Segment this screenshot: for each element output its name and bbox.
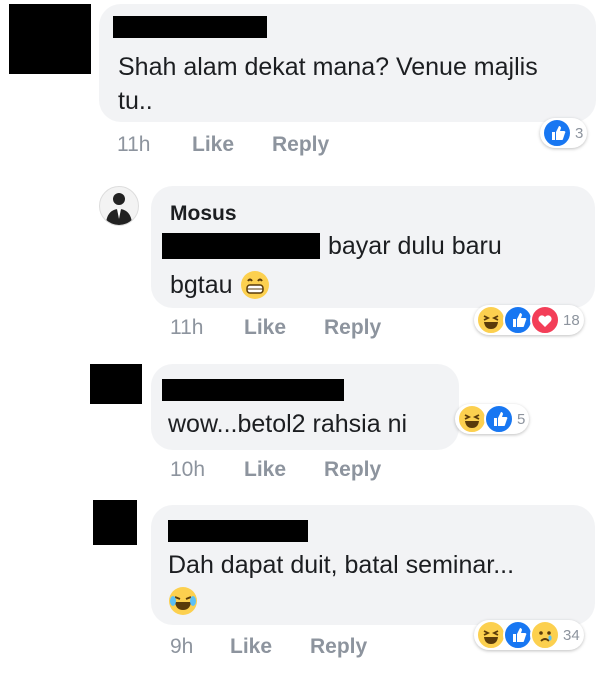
like-reaction-icon	[503, 305, 533, 335]
reaction-summary[interactable]: 3	[540, 118, 588, 148]
like-reaction-icon	[484, 404, 514, 434]
comment-time[interactable]: 9h	[170, 635, 193, 659]
comment-time[interactable]: 10h	[170, 458, 205, 482]
avatar[interactable]	[99, 186, 139, 226]
haha-reaction-icon	[476, 305, 506, 335]
grin-emoji-icon	[241, 271, 269, 299]
redacted-name	[168, 520, 308, 542]
like-reaction-icon	[542, 118, 572, 148]
reply-link[interactable]: Reply	[272, 133, 329, 157]
comment-text: Shah alam dekat mana? Venue majlis	[118, 53, 538, 81]
comment-time[interactable]: 11h	[170, 316, 203, 340]
comment-text: bgtau	[170, 271, 233, 299]
sad-reaction-icon	[530, 620, 560, 650]
reaction-summary[interactable]: 18	[474, 305, 584, 335]
like-link[interactable]: Like	[244, 458, 286, 482]
redacted-avatar	[93, 500, 137, 545]
like-link[interactable]: Like	[244, 316, 286, 340]
comment-text: Dah dapat duit, batal seminar...	[168, 551, 515, 579]
comment-text: tu..	[118, 87, 153, 115]
redacted-avatar	[90, 364, 142, 404]
love-reaction-icon	[530, 305, 560, 335]
like-reaction-icon	[503, 620, 533, 650]
reply-link[interactable]: Reply	[324, 458, 381, 482]
crying-laughing-emoji-icon	[169, 587, 197, 615]
reaction-count: 18	[563, 311, 580, 329]
reaction-summary[interactable]: 34	[474, 620, 584, 650]
redacted-name	[162, 379, 344, 401]
haha-reaction-icon	[476, 620, 506, 650]
haha-reaction-icon	[457, 404, 487, 434]
like-link[interactable]: Like	[192, 133, 234, 157]
comment-text: bayar dulu baru	[328, 232, 502, 260]
redacted-avatar	[9, 4, 91, 74]
redacted-name	[113, 16, 267, 38]
reaction-count: 34	[563, 626, 580, 644]
person-silhouette-icon	[106, 193, 132, 225]
like-link[interactable]: Like	[230, 635, 272, 659]
reply-link[interactable]: Reply	[310, 635, 367, 659]
reaction-count: 3	[575, 124, 584, 142]
comment-author[interactable]: Mosus	[170, 202, 237, 226]
comment-time[interactable]: 11h	[117, 133, 150, 157]
redacted-text	[162, 233, 320, 259]
reply-link[interactable]: Reply	[324, 316, 381, 340]
reaction-summary[interactable]: 5	[455, 404, 530, 434]
reaction-count: 5	[517, 410, 526, 428]
comment-text: wow...betol2 rahsia ni	[168, 410, 408, 438]
